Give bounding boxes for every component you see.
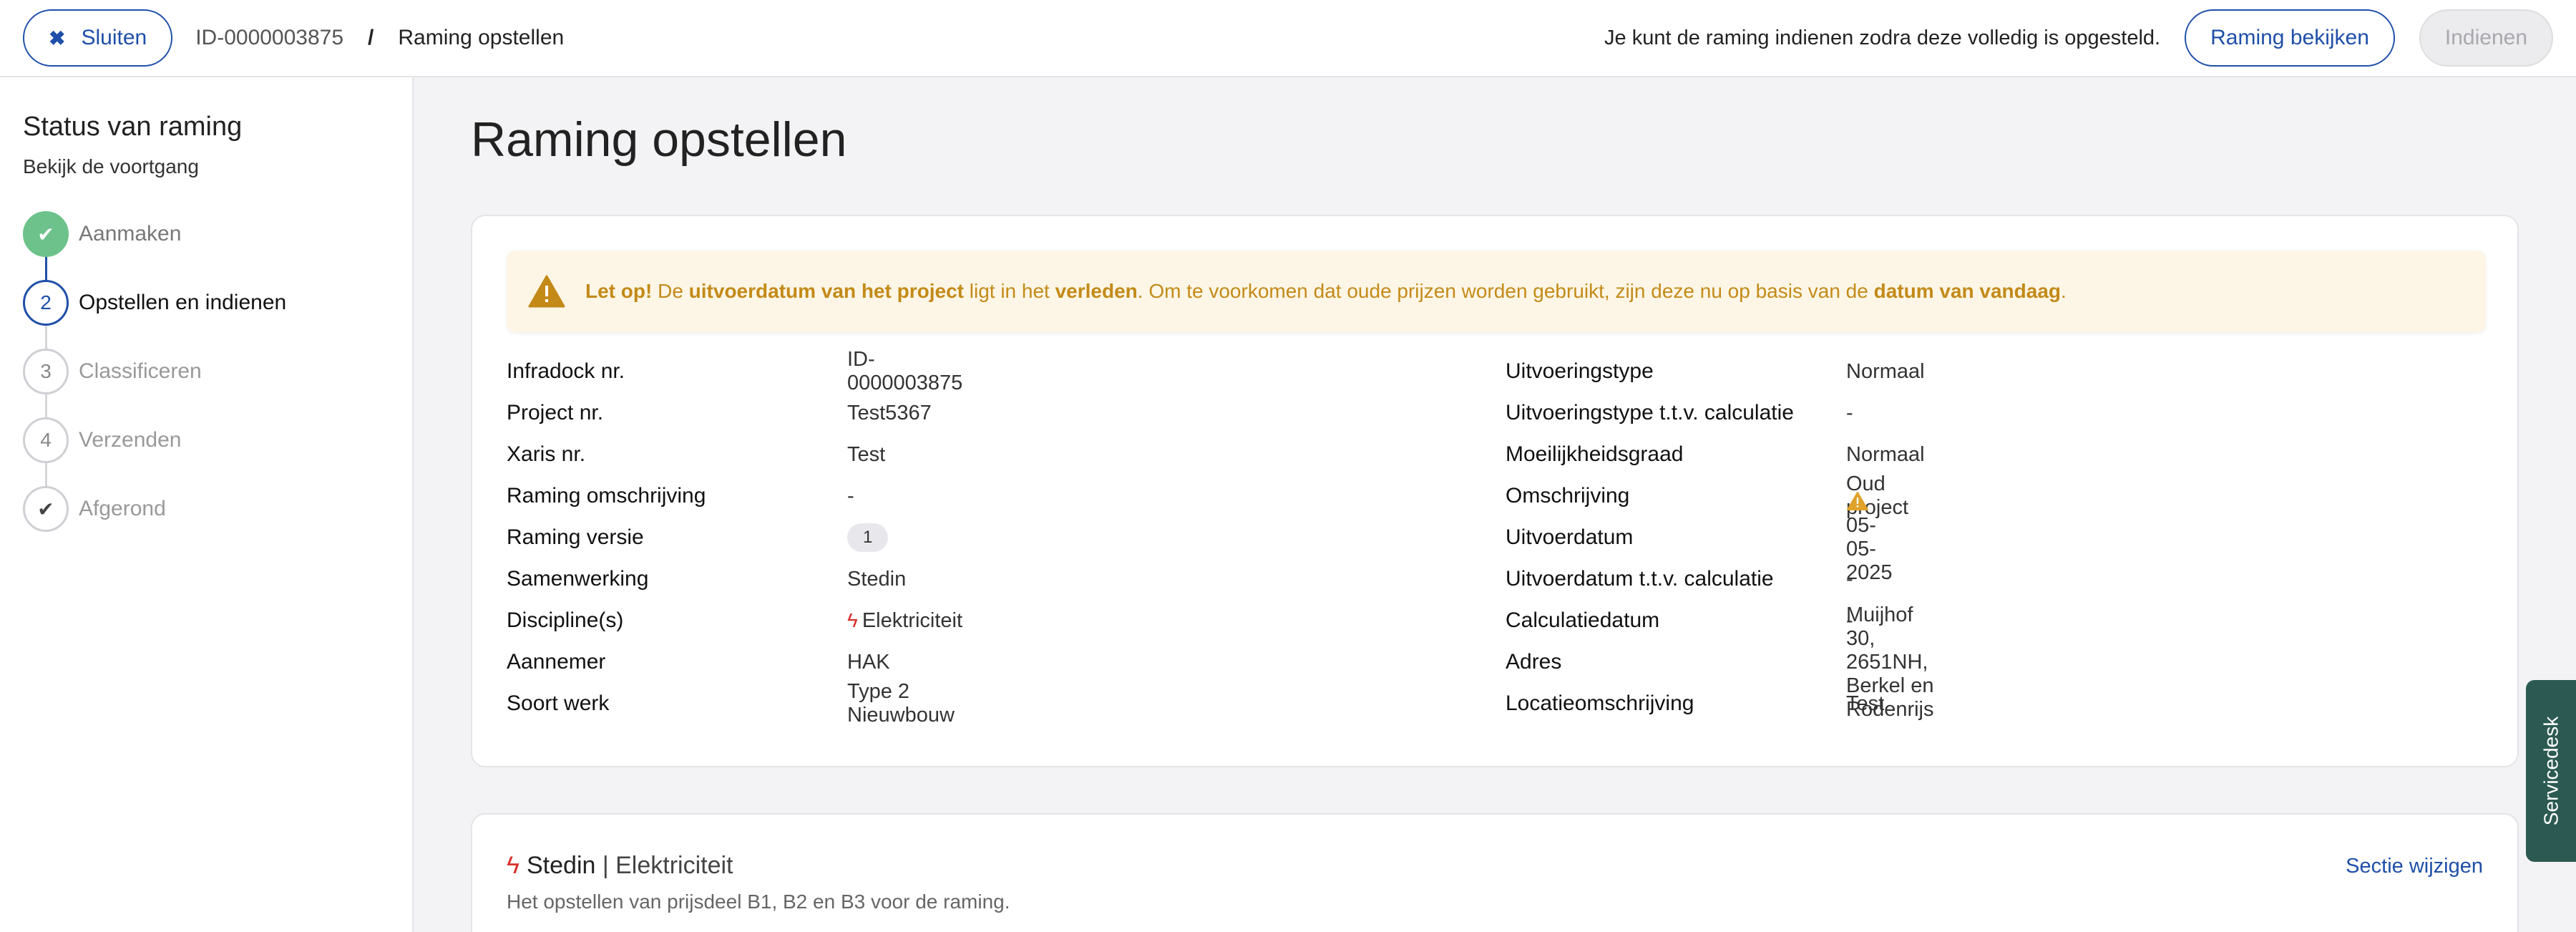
sidebar-subtitle: Bekijk de voortgang [23,155,199,178]
submit-button[interactable]: Indienen [2419,9,2553,67]
step-label: Classificeren [79,359,202,383]
step-verzenden: 4 Verzenden [23,406,389,475]
servicedesk-tab[interactable]: Servicedesk [2526,680,2576,862]
section-title: ϟ Stedin | Elektriciteit [507,852,733,879]
top-bar: ✖ Sluiten ID-0000003875 / Raming opstell… [0,0,2576,77]
field-row: Adres Muijhof 30, 2651NH, Berkel en Roden… [1506,603,1934,721]
main-content: Raming opstellen Let op! De uitvoerdatum… [414,77,2576,932]
sidebar-title: Status van raming [23,112,243,142]
step-label: Opstellen en indienen [79,291,287,314]
close-label: Sluiten [81,26,147,49]
step-number: 4 [23,417,69,463]
close-icon: ✖ [49,26,66,49]
close-button[interactable]: ✖ Sluiten [23,9,173,67]
step-afgerond: ✔ Afgerond [23,475,389,543]
breadcrumb-current: Raming opstellen [398,26,565,49]
warning-alert: Let op! De uitvoerdatum van het project … [507,251,2486,332]
step-classificeren: 3 Classificeren [23,337,389,406]
version-badge: 1 [847,523,889,552]
check-icon: ✔ [23,211,69,257]
field-row: Moeilijkheidsgraad Normaal [1506,442,1925,466]
section-card: ϟ Stedin | Elektriciteit Het opstellen va… [471,813,2519,932]
page-title: Raming opstellen [471,112,847,167]
view-estimate-button[interactable]: Raming bekijken [2185,9,2395,67]
field-row: Omschrijving Oud project [1506,472,1909,519]
edit-section-link[interactable]: Sectie wijzigen [2346,855,2483,878]
warning-icon [1847,492,1868,510]
step-aanmaken: ✔ Aanmaken [23,200,389,268]
warning-icon [528,275,565,308]
progress-steps: ✔ Aanmaken 2 Opstellen en indienen 3 Cla… [23,200,389,543]
step-label: Afgerond [79,497,166,520]
field-row: Uitvoerdatum t.t.v. calculatie - [1506,567,1853,591]
field-row: Calculatiedatum - [1506,608,1853,632]
field-row: Infradock nr. ID-0000003875 [507,348,963,394]
step-label: Verzenden [79,428,182,452]
field-row: Locatieomschrijving Test [1506,691,1885,715]
field-row: Uitvoeringstype Normaal [1506,359,1925,383]
breadcrumb-separator: / [368,26,374,49]
field-row: Aannemer HAK [507,650,890,674]
details-left-column: Infradock nr. ID-0000003875 Project nr. Te… [507,348,963,727]
field-row: Raming omschrijving - [507,484,854,508]
field-row: Soort werk Type 2 Nieuwbouw [507,680,955,727]
field-row: Discipline(s) ϟ Elektriciteit [507,608,963,632]
check-icon: ✔ [23,486,69,532]
field-row: Xaris nr. Test [507,442,886,466]
submit-notice: Je kunt de raming indienen zodra deze vo… [1604,26,2161,49]
breadcrumb-id[interactable]: ID-0000003875 [195,26,343,50]
field-row: Project nr. Test5367 [507,401,932,424]
field-row: Uitvoeringstype t.t.v. calculatie - [1506,401,1853,424]
servicedesk-label: Servicedesk [2540,716,2562,826]
section-subtitle: Het opstellen van prijsdeel B1, B2 en B3… [507,890,1010,913]
field-row: Samenwerking Stedin [507,567,907,591]
step-number: 2 [23,280,69,326]
details-right-column: Uitvoeringstype Normaal Uitvoeringstype t… [1506,351,1934,724]
field-row: Uitvoerdatum 05-05-2025 [1506,492,1893,584]
alert-text: Let op! De uitvoerdatum van het project … [585,280,2067,302]
field-row: Raming versie 1 [507,517,889,558]
lightning-icon: ϟ [507,852,519,879]
details-card: Let op! De uitvoerdatum van het project … [471,215,2519,767]
lightning-icon: ϟ [847,608,858,631]
status-sidebar: Status van raming Bekijk de voortgang ✔ … [0,77,414,932]
step-label: Aanmaken [79,222,182,246]
step-opstellen: 2 Opstellen en indienen [23,268,389,337]
topbar-actions: Je kunt de raming indienen zodra deze vo… [1604,9,2553,67]
step-number: 3 [23,349,69,394]
